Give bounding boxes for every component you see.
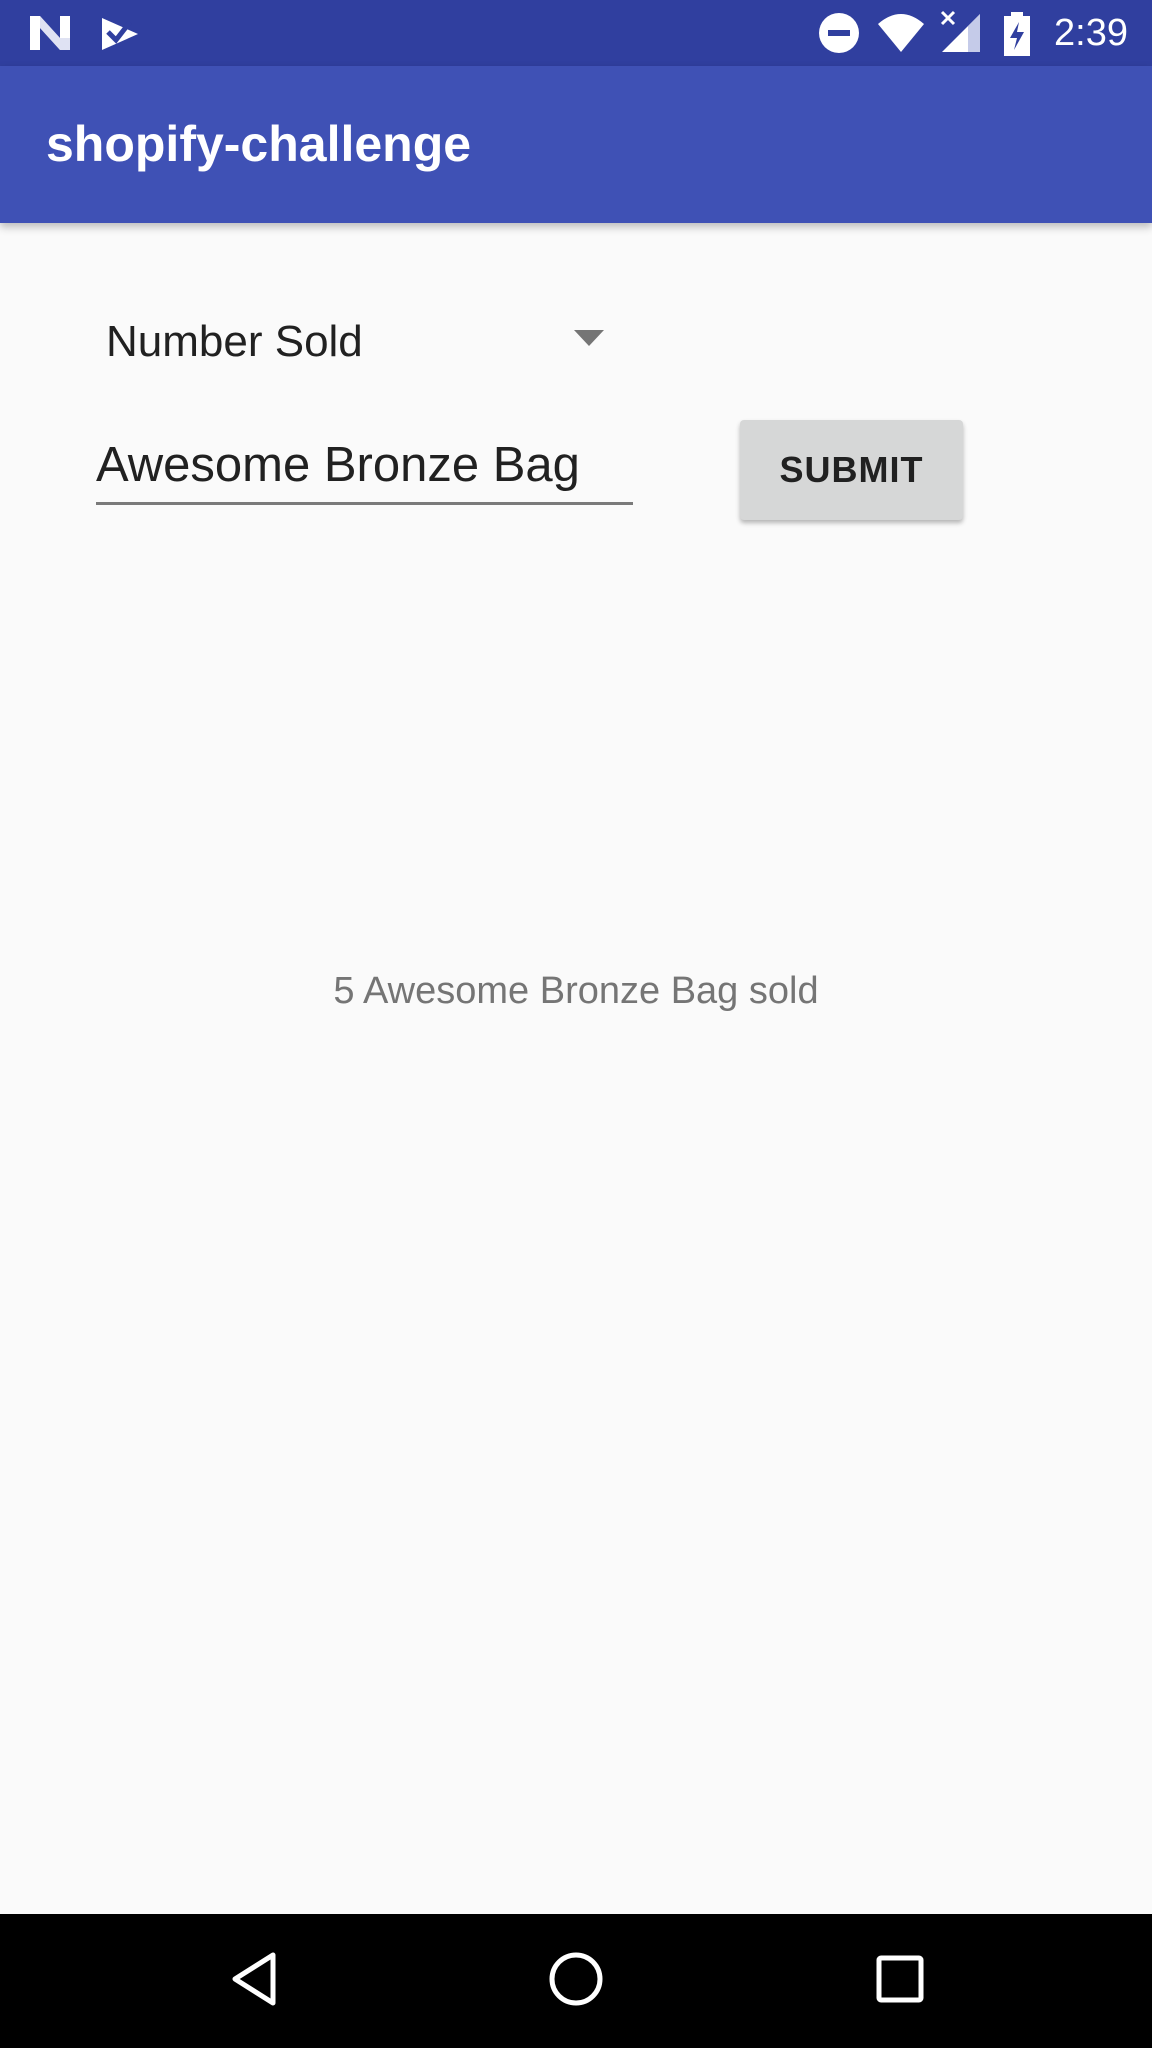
product-name-field [96, 430, 633, 505]
status-time: 2:39 [1054, 12, 1128, 54]
dropdown-arrow-icon [574, 330, 604, 353]
signal-icon [938, 8, 984, 63]
recents-button[interactable] [850, 1936, 950, 2026]
wifi-icon [876, 8, 926, 63]
home-icon [548, 1951, 604, 2012]
navigation-bar [0, 1914, 1152, 2048]
input-underline [96, 502, 633, 505]
recents-icon [875, 1954, 925, 2009]
battery-charging-icon [1000, 8, 1034, 63]
do-not-disturb-icon [816, 8, 862, 63]
back-icon [229, 1951, 279, 2012]
result-text: 5 Awesome Bronze Bag sold [333, 970, 819, 1012]
home-button[interactable] [526, 1936, 626, 2026]
app-screen: 2:39 shopify-challenge Number Sold SUBMI… [0, 0, 1152, 2048]
spinner-selected-value: Number Sold [106, 317, 363, 366]
submit-button[interactable]: SUBMIT [740, 420, 963, 520]
check-notification-icon [98, 8, 142, 63]
n-notification-icon [28, 8, 72, 63]
product-name-input[interactable] [96, 430, 632, 500]
status-bar: 2:39 [0, 0, 1152, 66]
app-bar: shopify-challenge [0, 66, 1152, 223]
back-button[interactable] [204, 1936, 304, 2026]
metric-spinner[interactable]: Number Sold [96, 306, 616, 380]
app-title: shopify-challenge [46, 116, 472, 172]
